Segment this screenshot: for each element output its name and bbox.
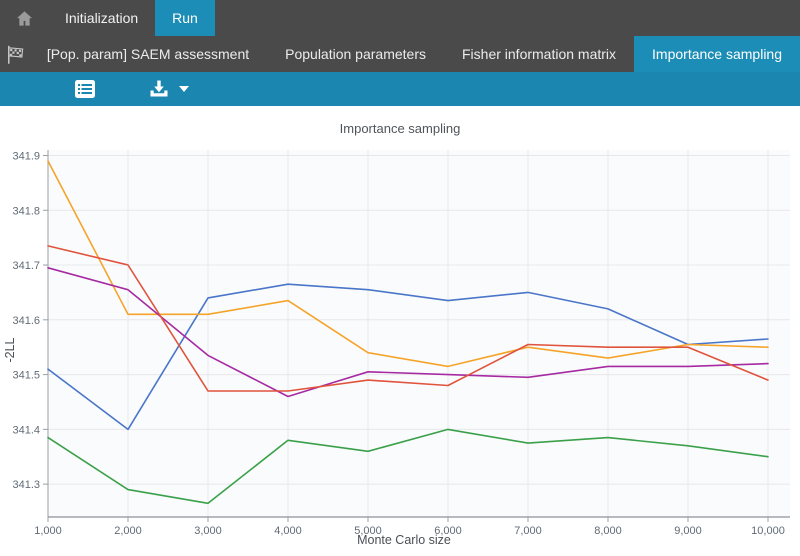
x-tick-label: 10,000 <box>751 525 785 537</box>
download-icon <box>148 79 170 99</box>
x-tick-label: 9,000 <box>674 525 702 537</box>
x-tick-label: 1,000 <box>34 525 62 537</box>
x-tick-label: 3,000 <box>194 525 222 537</box>
y-tick-label: 341.4 <box>12 424 40 436</box>
main-nav-bar: InitializationRun <box>0 0 800 36</box>
results-tab-bar: [Pop. param] SAEM assessmentPopulation p… <box>0 36 800 72</box>
top-tab-run[interactable]: Run <box>155 0 215 36</box>
y-tick-label: 341.8 <box>12 205 40 217</box>
home-icon <box>15 9 34 28</box>
x-axis-label: Monte Carlo size <box>357 533 451 547</box>
y-tick-label: 341.3 <box>12 479 40 491</box>
home-button[interactable] <box>0 0 48 36</box>
result-tab-fisher-information-matrix[interactable]: Fisher information matrix <box>444 36 634 72</box>
flag-button[interactable] <box>0 36 29 72</box>
top-tab-list: InitializationRun <box>48 0 215 36</box>
plot-area <box>48 150 790 517</box>
y-tick-label: 341.6 <box>12 315 40 327</box>
x-tick-label: 7,000 <box>514 525 542 537</box>
x-tick-label: 4,000 <box>274 525 302 537</box>
top-tab-initialization[interactable]: Initialization <box>48 0 155 36</box>
x-tick-label: 8,000 <box>594 525 622 537</box>
x-tick-label: 2,000 <box>114 525 142 537</box>
legend-list-icon <box>74 79 96 99</box>
y-tick-label: 341.7 <box>12 260 40 272</box>
result-tab-saem-assessment[interactable]: [Pop. param] SAEM assessment <box>29 36 267 72</box>
result-tab-list: [Pop. param] SAEM assessmentPopulation p… <box>29 36 800 72</box>
chart-toolbar <box>0 72 800 106</box>
importance-sampling-chart: 341.3 341.4 341.5 341.6 341.7 341.8 341.9 1,000… <box>0 106 800 551</box>
legend-toggle-button[interactable] <box>74 79 96 99</box>
caret-down-icon <box>179 86 189 92</box>
y-tick-label: 341.9 <box>12 150 40 162</box>
y-tick-label: 341.5 <box>12 370 40 382</box>
export-menu-button[interactable] <box>148 79 189 99</box>
result-tab-importance-sampling[interactable]: Importance sampling <box>634 36 800 72</box>
y-axis-label: -2LL <box>3 337 17 362</box>
checkered-flag-icon <box>4 44 25 65</box>
result-tab-population-parameters[interactable]: Population parameters <box>267 36 444 72</box>
chart-container: 341.3 341.4 341.5 341.6 341.7 341.8 341.9 1,000… <box>0 106 800 556</box>
chart-title: Importance sampling <box>340 121 461 136</box>
